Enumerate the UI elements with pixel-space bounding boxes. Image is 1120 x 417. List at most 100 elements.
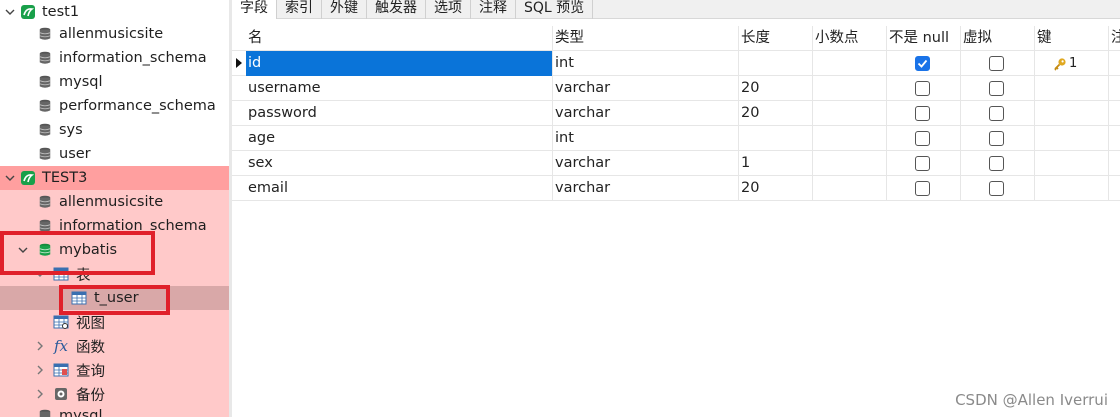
column-header-virtual[interactable]: 虚拟 <box>961 26 1035 51</box>
virtual-checkbox[interactable] <box>989 106 1004 121</box>
field-not-null-cell[interactable] <box>887 176 961 201</box>
field-comment-cell[interactable] <box>1109 76 1120 101</box>
database-item[interactable]: allenmusicsite <box>0 22 229 46</box>
field-virtual-cell[interactable] <box>961 126 1035 151</box>
field-key-cell[interactable] <box>1035 151 1109 176</box>
field-name-cell[interactable]: email <box>246 176 553 201</box>
tab-triggers[interactable]: 触发器 <box>367 0 426 19</box>
field-decimals-cell[interactable] <box>813 126 887 151</box>
field-key-cell[interactable] <box>1035 176 1109 201</box>
database-item[interactable]: performance_schema <box>0 94 229 118</box>
field-decimals-cell[interactable] <box>813 176 887 201</box>
database-item[interactable]: mysql <box>0 70 229 94</box>
field-row[interactable]: id int 1 <box>232 51 1120 76</box>
column-header-type[interactable]: 类型 <box>553 26 739 51</box>
field-length-cell[interactable] <box>739 51 813 76</box>
folder-queries[interactable]: 查询 <box>0 358 229 382</box>
field-not-null-cell[interactable] <box>887 76 961 101</box>
tab-comment[interactable]: 注释 <box>471 0 516 19</box>
field-key-cell[interactable] <box>1035 101 1109 126</box>
field-decimals-cell[interactable] <box>813 101 887 126</box>
field-virtual-cell[interactable] <box>961 176 1035 201</box>
virtual-checkbox[interactable] <box>989 81 1004 96</box>
field-row[interactable]: password varchar 20 <box>232 101 1120 126</box>
field-comment-cell[interactable] <box>1109 151 1120 176</box>
field-row[interactable]: sex varchar 1 <box>232 151 1120 176</box>
field-not-null-cell[interactable] <box>887 51 961 76</box>
not-null-checkbox[interactable] <box>915 81 930 96</box>
chevron-right-icon[interactable] <box>34 364 46 376</box>
field-row[interactable]: username varchar 20 <box>232 76 1120 101</box>
not-null-checkbox[interactable] <box>915 106 930 121</box>
field-not-null-cell[interactable] <box>887 101 961 126</box>
not-null-checkbox[interactable] <box>915 56 930 71</box>
not-null-checkbox[interactable] <box>915 156 930 171</box>
field-decimals-cell[interactable] <box>813 151 887 176</box>
field-key-cell[interactable]: 1 <box>1035 51 1109 76</box>
chevron-down-icon[interactable] <box>4 172 16 184</box>
column-header-not-null[interactable]: 不是 null <box>887 26 961 51</box>
not-null-checkbox[interactable] <box>915 181 930 196</box>
field-length-cell[interactable]: 20 <box>739 176 813 201</box>
field-decimals-cell[interactable] <box>813 76 887 101</box>
field-comment-cell[interactable] <box>1109 51 1120 76</box>
column-header-key[interactable]: 键 <box>1035 26 1109 51</box>
database-item[interactable]: mysql <box>0 404 229 417</box>
connection-test3[interactable]: TEST3 <box>0 166 229 190</box>
field-row[interactable]: email varchar 20 <box>232 176 1120 201</box>
virtual-checkbox[interactable] <box>989 56 1004 71</box>
field-type-cell[interactable]: varchar <box>553 101 739 126</box>
field-name-cell[interactable]: password <box>246 101 553 126</box>
field-type-cell[interactable]: varchar <box>553 151 739 176</box>
database-item[interactable]: allenmusicsite <box>0 190 229 214</box>
tab-indexes[interactable]: 索引 <box>277 0 322 19</box>
field-type-cell[interactable]: varchar <box>553 176 739 201</box>
field-name-cell[interactable]: sex <box>246 151 553 176</box>
connection-tree[interactable]: test1 allenmusicsite information_schema … <box>0 0 229 417</box>
field-name-cell[interactable]: username <box>246 76 553 101</box>
chevron-right-icon[interactable] <box>34 340 46 352</box>
field-virtual-cell[interactable] <box>961 51 1035 76</box>
tab-sql-preview[interactable]: SQL 预览 <box>516 0 594 19</box>
database-item[interactable]: information_schema <box>0 46 229 70</box>
not-null-checkbox[interactable] <box>915 131 930 146</box>
field-length-cell[interactable]: 20 <box>739 101 813 126</box>
database-item[interactable]: user <box>0 142 229 166</box>
field-length-cell[interactable] <box>739 126 813 151</box>
field-decimals-cell[interactable] <box>813 51 887 76</box>
field-virtual-cell[interactable] <box>961 76 1035 101</box>
field-type-cell[interactable]: varchar <box>553 76 739 101</box>
tab-foreign-keys[interactable]: 外键 <box>322 0 367 19</box>
field-length-cell[interactable]: 20 <box>739 76 813 101</box>
field-key-cell[interactable] <box>1035 126 1109 151</box>
connection-test1[interactable]: test1 <box>0 0 229 24</box>
field-comment-cell[interactable] <box>1109 101 1120 126</box>
virtual-checkbox[interactable] <box>989 156 1004 171</box>
field-not-null-cell[interactable] <box>887 151 961 176</box>
field-comment-cell[interactable] <box>1109 176 1120 201</box>
field-comment-cell[interactable] <box>1109 126 1120 151</box>
field-type-cell[interactable]: int <box>553 51 739 76</box>
column-header-name[interactable]: 名 <box>232 26 553 51</box>
field-type-cell[interactable]: int <box>553 126 739 151</box>
field-name-cell[interactable]: age <box>246 126 553 151</box>
chevron-down-icon[interactable] <box>4 6 16 18</box>
virtual-checkbox[interactable] <box>989 181 1004 196</box>
field-virtual-cell[interactable] <box>961 101 1035 126</box>
tab-options[interactable]: 选项 <box>426 0 471 19</box>
field-name-cell[interactable]: id <box>246 51 553 76</box>
chevron-right-icon[interactable] <box>34 388 46 400</box>
field-not-null-cell[interactable] <box>887 126 961 151</box>
field-virtual-cell[interactable] <box>961 151 1035 176</box>
field-row[interactable]: age int <box>232 126 1120 151</box>
field-key-cell[interactable] <box>1035 76 1109 101</box>
virtual-checkbox[interactable] <box>989 131 1004 146</box>
folder-functions[interactable]: fx 函数 <box>0 334 229 358</box>
column-header-comment[interactable]: 注 <box>1109 26 1120 51</box>
column-header-decimals[interactable]: 小数点 <box>813 26 887 51</box>
folder-backups[interactable]: 备份 <box>0 382 229 406</box>
tab-fields[interactable]: 字段 <box>232 0 277 19</box>
field-length-cell[interactable]: 1 <box>739 151 813 176</box>
database-item[interactable]: sys <box>0 118 229 142</box>
column-header-length[interactable]: 长度 <box>739 26 813 51</box>
